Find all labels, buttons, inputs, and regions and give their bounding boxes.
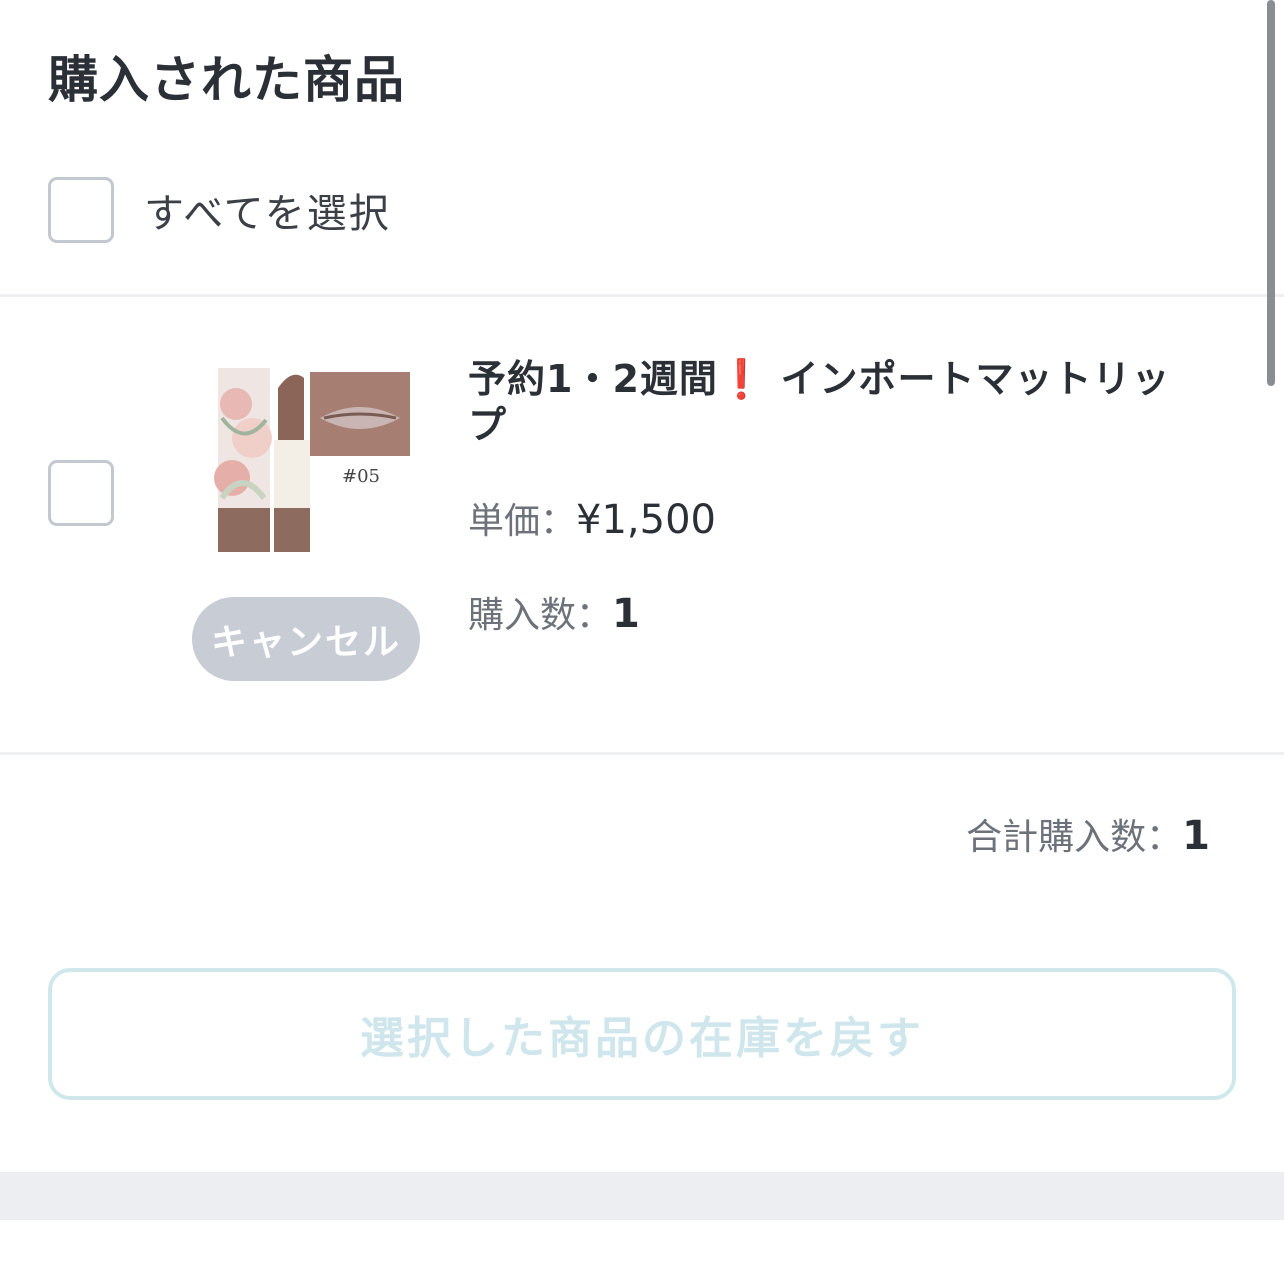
cancel-button[interactable]: キャンセル xyxy=(192,597,420,681)
item-checkbox[interactable] xyxy=(48,460,114,526)
unit-price: 単価：¥1,500 xyxy=(468,492,716,544)
total-quantity: 合計購入数：1 xyxy=(966,808,1210,860)
unit-price-label: 単価： xyxy=(468,501,577,542)
purchase-quantity: 購入数：1 xyxy=(468,586,640,638)
divider xyxy=(0,294,1284,297)
total-quantity-value: 1 xyxy=(1182,813,1210,859)
divider xyxy=(0,752,1284,755)
purchase-quantity-value: 1 xyxy=(612,591,640,637)
scrollbar[interactable] xyxy=(1267,0,1275,386)
section-separator xyxy=(0,1172,1284,1220)
product-thumbnail[interactable]: #05 xyxy=(192,348,420,568)
total-quantity-label: 合計購入数： xyxy=(966,817,1183,858)
product-name-prefix: 予約1・2週間 xyxy=(468,357,718,401)
exclamation-icon: ❗ xyxy=(717,357,767,401)
thumb-shade-label: #05 xyxy=(342,466,380,487)
select-all-label: すべてを選択 xyxy=(144,191,391,237)
select-all-checkbox[interactable] xyxy=(48,177,114,243)
purchase-quantity-label: 購入数： xyxy=(468,595,613,636)
section-title: 購入された商品 xyxy=(48,51,405,109)
unit-price-value: ¥1,500 xyxy=(576,497,716,543)
restock-selected-button[interactable]: 選択した商品の在庫を戻す xyxy=(48,968,1236,1100)
product-name[interactable]: 予約1・2週間❗ インポートマットリップ xyxy=(468,356,1208,448)
select-all-row[interactable]: すべてを選択 xyxy=(48,174,391,246)
